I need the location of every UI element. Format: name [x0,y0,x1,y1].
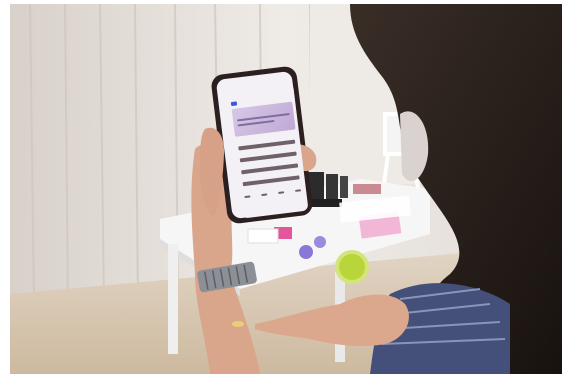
dot-icon [294,189,302,192]
banner-text-line [237,119,275,126]
banner-text-line [236,112,290,121]
dot-icon [278,191,285,195]
app-logo-icon [230,101,238,107]
petri-dish [339,254,365,280]
app-list [238,139,300,187]
list-item[interactable] [239,151,297,163]
skin-test-spot [232,321,244,327]
list-item[interactable] [241,163,299,175]
dot-icon [261,193,268,197]
table-leg-left [168,244,178,354]
list-item[interactable] [242,175,300,187]
list-item[interactable] [238,139,296,151]
pagination-dots [244,189,302,199]
purple-pad-1 [299,245,313,259]
photo [10,4,562,374]
dot-icon [244,195,251,199]
clear-sample-box [247,228,279,244]
purple-pad-2 [314,236,326,248]
app-banner-image [231,101,296,137]
